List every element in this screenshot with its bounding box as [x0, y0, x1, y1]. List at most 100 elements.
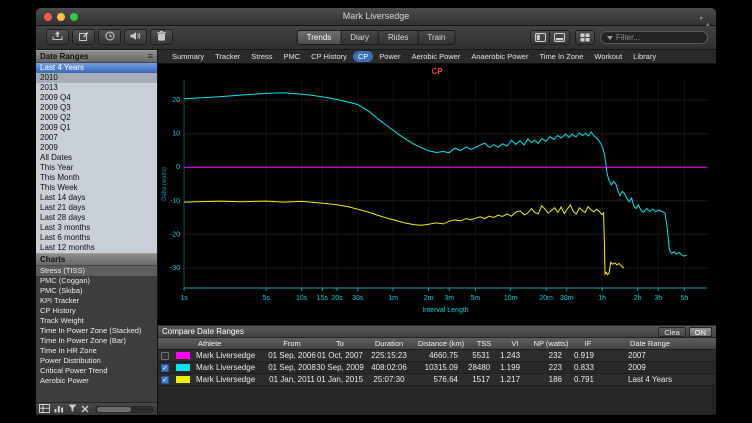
- filter-input[interactable]: [616, 33, 694, 42]
- date-range-item[interactable]: 2009 Q2: [36, 113, 157, 123]
- upload-icon: [52, 28, 63, 46]
- column-header: IF: [572, 339, 604, 348]
- view-trends[interactable]: Trends: [297, 30, 342, 45]
- view-train[interactable]: Train: [418, 30, 455, 45]
- view-rides[interactable]: Rides: [379, 30, 418, 45]
- tab-library[interactable]: Library: [628, 51, 661, 62]
- cell-if: 0.833: [572, 363, 604, 372]
- toolbar: TrendsDiaryRidesTrain: [36, 26, 716, 50]
- upload-button[interactable]: [46, 29, 69, 45]
- date-range-item[interactable]: Last 6 months: [36, 233, 157, 243]
- chart-list-item[interactable]: CP History: [36, 306, 157, 316]
- chart-list-item[interactable]: Aerobic Power: [36, 376, 157, 386]
- date-range-item[interactable]: Last 21 days: [36, 203, 157, 213]
- chart-list-item[interactable]: Track Weight: [36, 316, 157, 326]
- tab-cp-history[interactable]: CP History: [306, 51, 352, 62]
- tab-tracker[interactable]: Tracker: [210, 51, 245, 62]
- chart-list-item[interactable]: PMC (Skiba): [36, 286, 157, 296]
- cell-if: 0.791: [572, 375, 604, 384]
- row-checkbox[interactable]: [161, 352, 169, 360]
- minimize-window-button[interactable]: [57, 13, 65, 21]
- clock-button[interactable]: [98, 29, 121, 45]
- date-range-item[interactable]: This Year: [36, 163, 157, 173]
- tab-summary[interactable]: Summary: [167, 51, 209, 62]
- svg-text:20m: 20m: [539, 295, 553, 302]
- left-panel-icon: [535, 29, 546, 47]
- speaker-button[interactable]: [124, 29, 147, 45]
- chart-list-item[interactable]: Power Distribution: [36, 356, 157, 366]
- bar-chart-icon[interactable]: [54, 400, 64, 415]
- date-range-item[interactable]: 2010: [36, 73, 157, 83]
- date-range-item[interactable]: 2013: [36, 83, 157, 93]
- compare-row[interactable]: Mark Liversedge01 Sep, 200601 Oct, 20072…: [158, 350, 716, 362]
- tab-anaerobic-power[interactable]: Anaerobic Power: [466, 51, 533, 62]
- view-diary[interactable]: Diary: [341, 30, 379, 45]
- chart-list-item[interactable]: KPI Tracker: [36, 296, 157, 306]
- date-range-item[interactable]: Last 3 months: [36, 223, 157, 233]
- panes-icon[interactable]: [39, 400, 50, 415]
- date-range-item[interactable]: 2009 Q1: [36, 123, 157, 133]
- svg-text:5s: 5s: [262, 295, 270, 302]
- trash-button[interactable]: [150, 29, 173, 45]
- left-panel-toggle-button[interactable]: [530, 30, 550, 45]
- compose-button[interactable]: [72, 29, 95, 45]
- date-range-item[interactable]: Last 28 days: [36, 213, 157, 223]
- column-header: Duration: [364, 339, 414, 348]
- cell-vi: 1.199: [500, 363, 530, 372]
- svg-text:10s: 10s: [296, 295, 308, 302]
- svg-text:1s: 1s: [180, 295, 188, 302]
- table-filler: [158, 386, 716, 415]
- tab-power[interactable]: Power: [374, 51, 405, 62]
- checkbox-cell: [158, 352, 172, 360]
- sidebar-scrollbar[interactable]: [95, 406, 154, 413]
- funnel-icon[interactable]: [68, 400, 77, 415]
- charts-header: Charts: [36, 253, 157, 266]
- date-range-item[interactable]: 2009 Q4: [36, 93, 157, 103]
- date-range-item[interactable]: 2009: [36, 143, 157, 153]
- row-checkbox[interactable]: ✓: [161, 376, 169, 384]
- tab-stress[interactable]: Stress: [246, 51, 277, 62]
- window-title: Mark Liversedge: [36, 8, 716, 25]
- tab-aerobic-power[interactable]: Aerobic Power: [407, 51, 466, 62]
- chart-list-item[interactable]: Time In Power Zone (Bar): [36, 336, 157, 346]
- zoom-window-button[interactable]: [70, 13, 78, 21]
- date-range-item[interactable]: Last 14 days: [36, 193, 157, 203]
- cell-if: 0.919: [572, 351, 604, 360]
- hamburger-icon[interactable]: ≡: [148, 51, 153, 62]
- date-range-item[interactable]: Last 4 Years: [36, 63, 157, 73]
- chart-list-item[interactable]: Time In HR Zone: [36, 346, 157, 356]
- date-range-item[interactable]: 2009 Q3: [36, 103, 157, 113]
- color-swatch: [176, 376, 190, 383]
- chart-list-item[interactable]: PMC (Coggan): [36, 276, 157, 286]
- clear-button[interactable]: Clea: [658, 327, 685, 337]
- chart-list-item[interactable]: Stress (TISS): [36, 266, 157, 276]
- sidebar-footer: [36, 402, 157, 415]
- chart-list-item[interactable]: Critical Power Trend: [36, 366, 157, 376]
- compare-on-button[interactable]: ON: [689, 327, 712, 337]
- compare-row[interactable]: ✓Mark Liversedge01 Sep, 200830 Sep, 2009…: [158, 362, 716, 374]
- close-window-button[interactable]: [44, 13, 52, 21]
- tab-workout[interactable]: Workout: [589, 51, 627, 62]
- date-range-item[interactable]: 2007: [36, 133, 157, 143]
- tab-time-in-zone[interactable]: Time In Zone: [534, 51, 588, 62]
- cell-vi: 1.217: [500, 375, 530, 384]
- scope-tabs: SummaryTrackerStressPMCCP HistoryCPPower…: [158, 50, 716, 64]
- date-range-item[interactable]: This Month: [36, 173, 157, 183]
- svg-text:1h: 1h: [598, 295, 606, 302]
- tab-pmc[interactable]: PMC: [279, 51, 306, 62]
- scrollbar-thumb[interactable]: [97, 407, 131, 412]
- bottom-panel-toggle-button[interactable]: [550, 30, 570, 45]
- compose-icon: [79, 28, 89, 46]
- tab-cp[interactable]: CP: [353, 51, 373, 62]
- compare-row[interactable]: ✓Mark Liversedge01 Jan, 201101 Jan, 2015…: [158, 374, 716, 386]
- chart-list-item[interactable]: Time In Power Zone (Stacked): [36, 326, 157, 336]
- date-range-item[interactable]: Last 12 months: [36, 243, 157, 253]
- view-switcher: TrendsDiaryRidesTrain: [297, 30, 456, 45]
- date-range-item[interactable]: This Week: [36, 183, 157, 193]
- close-icon[interactable]: [81, 400, 89, 415]
- row-checkbox[interactable]: ✓: [161, 364, 169, 372]
- tile-view-button[interactable]: [575, 30, 595, 45]
- column-header: From: [268, 339, 316, 348]
- athlete-cell: Mark Liversedge: [196, 351, 268, 360]
- date-range-item[interactable]: All Dates: [36, 153, 157, 163]
